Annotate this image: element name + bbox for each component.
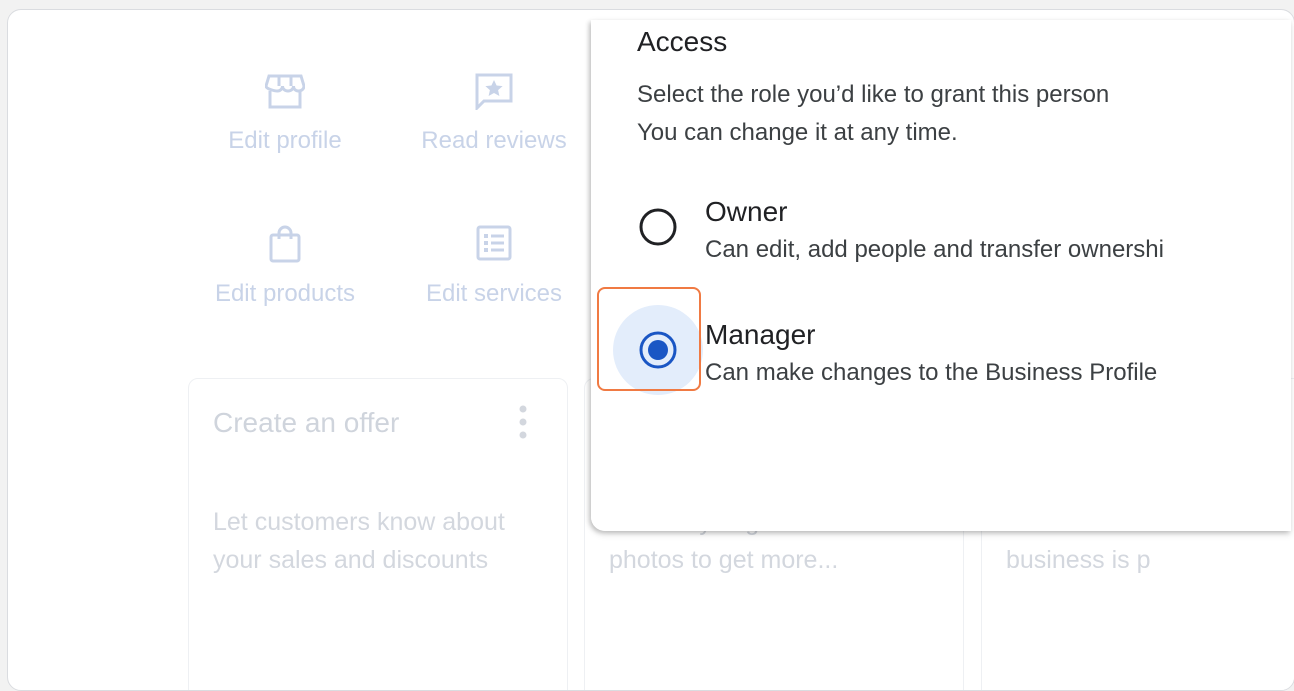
owner-radio[interactable] bbox=[613, 182, 703, 272]
owner-label: Owner bbox=[705, 196, 788, 227]
tile-read-reviews[interactable]: Read reviews bbox=[394, 72, 594, 155]
review-star-icon bbox=[394, 72, 594, 117]
owner-description: Can edit, add people and transfer owners… bbox=[705, 236, 1164, 263]
card-body: Let customers know about your sales and … bbox=[213, 508, 505, 574]
manager-description: Can make changes to the Business Profile bbox=[705, 359, 1158, 386]
browser-frame: Edit profile Read reviews Edit products bbox=[7, 9, 1294, 691]
access-dialog: Access Select the role you’d like to gra… bbox=[591, 20, 1291, 531]
shopping-bag-icon bbox=[185, 225, 385, 270]
more-vert-icon[interactable] bbox=[519, 405, 527, 444]
card-title: Create an offer bbox=[213, 407, 400, 438]
radio-checked-icon bbox=[639, 331, 677, 369]
tile-label: Edit services bbox=[425, 280, 563, 307]
role-option-owner[interactable]: Owner Can edit, add people and transfer … bbox=[591, 182, 1164, 272]
tile-edit-services[interactable]: Edit services bbox=[394, 225, 594, 308]
dialog-heading: Access bbox=[637, 26, 728, 57]
storefront-icon bbox=[185, 72, 385, 117]
manager-label: Manager bbox=[705, 319, 816, 350]
tile-label: Edit products bbox=[214, 280, 356, 307]
radio-unchecked-icon bbox=[639, 208, 677, 246]
role-option-manager[interactable]: Manager Can make changes to the Business… bbox=[591, 305, 1164, 395]
tile-label: Read reviews bbox=[421, 127, 567, 154]
card-create-offer[interactable]: Create an offer Let customers know about… bbox=[188, 378, 568, 690]
dialog-description: Select the role you’d like to grant this… bbox=[637, 81, 1110, 146]
tile-edit-profile[interactable]: Edit profile bbox=[185, 72, 385, 155]
tile-edit-products[interactable]: Edit products bbox=[185, 225, 385, 308]
dialog-content: Access Select the role you’d like to gra… bbox=[591, 20, 1164, 531]
manager-radio[interactable] bbox=[613, 305, 703, 395]
tile-label: Edit profile bbox=[228, 127, 342, 154]
list-icon bbox=[394, 225, 594, 270]
